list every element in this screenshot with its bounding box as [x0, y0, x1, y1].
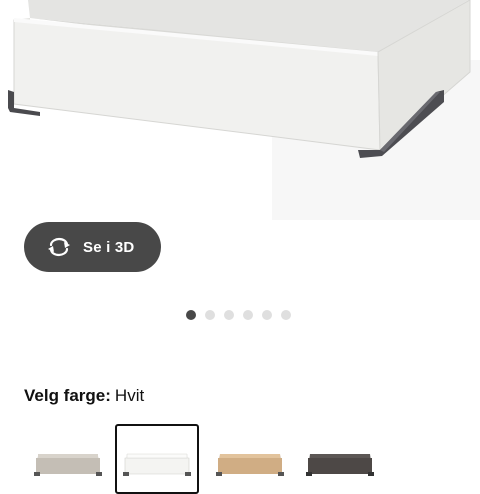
- color-label: Velg farge:: [24, 386, 111, 405]
- pager-dot[interactable]: [186, 310, 196, 320]
- color-swatch-beige[interactable]: [26, 424, 110, 494]
- pager-dot[interactable]: [243, 310, 253, 320]
- drawer-white-swatch-icon: [123, 453, 191, 476]
- view-in-3d-label: Se i 3D: [83, 238, 135, 256]
- selected-color-value: Hvit: [114, 386, 145, 405]
- pager-dot[interactable]: [205, 310, 215, 320]
- product-image: [8, 0, 480, 220]
- color-swatch-oak[interactable]: [208, 424, 292, 494]
- color-swatch-dark-grey[interactable]: [298, 424, 382, 494]
- drawer-dark-grey-swatch-icon: [306, 454, 374, 476]
- pager-dot[interactable]: [281, 310, 291, 320]
- pager-dot[interactable]: [224, 310, 234, 320]
- color-selection-heading: Velg farge: Hvit: [24, 385, 144, 407]
- drawer-oak-swatch-icon: [216, 454, 284, 476]
- drawer-beige-swatch-icon: [34, 454, 102, 476]
- color-swatch-white[interactable]: [115, 424, 199, 494]
- pager-dot[interactable]: [262, 310, 272, 320]
- view-in-3d-button[interactable]: Se i 3D: [24, 222, 161, 272]
- image-pager: [186, 310, 291, 320]
- rotate-3d-icon: [48, 237, 70, 257]
